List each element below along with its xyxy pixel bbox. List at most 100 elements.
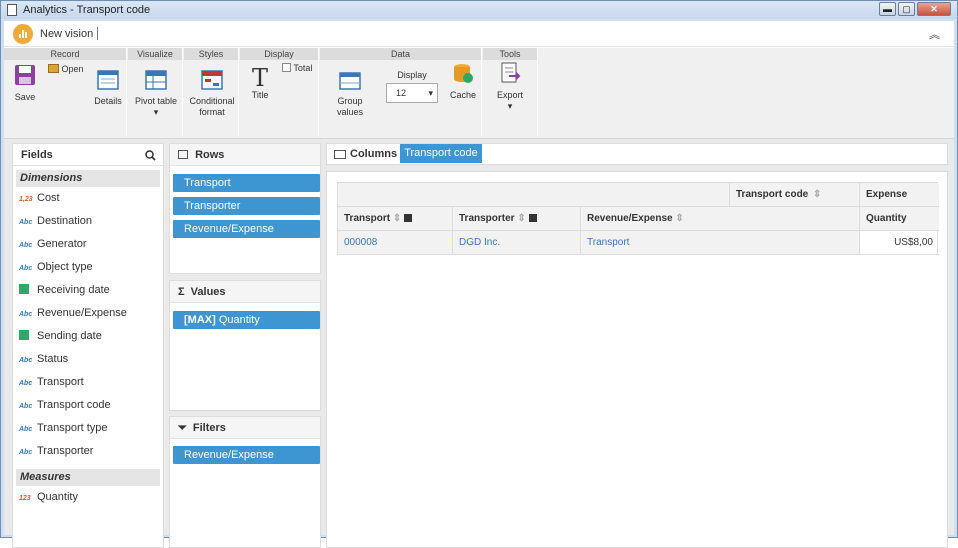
- field-item-sending-date[interactable]: Sending date: [13, 325, 163, 348]
- field-label: Generator: [37, 238, 87, 250]
- funnel-icon: ⏷: [178, 422, 187, 434]
- collapse-minus-icon[interactable]: [404, 214, 413, 222]
- analytics-logo-icon: [13, 24, 33, 44]
- group-data: Data Group values Display 12 ▾ Cache: [320, 48, 482, 136]
- field-label: Cost: [37, 192, 60, 204]
- text-type-icon: Abc: [19, 449, 33, 456]
- text-type-icon: Abc: [19, 380, 33, 387]
- total-checkbox[interactable]: Total: [282, 63, 316, 74]
- cell-quantity: US$8,00: [860, 231, 939, 255]
- row-header-revenue-expense-label: Revenue/Expense: [587, 213, 673, 224]
- row-header-transporter[interactable]: Transporter ⇕: [453, 207, 581, 231]
- main-content: Fields Dimensions 1,23 Cost Abc Destination…: [4, 139, 954, 548]
- field-item-status[interactable]: Abc Status: [13, 348, 163, 371]
- rows-panel: Rows Transport Transporter Revenue/Expen…: [169, 143, 321, 274]
- total-label: Total: [293, 63, 313, 73]
- field-item-transport-type[interactable]: Abc Transport type: [13, 417, 163, 440]
- sort-icon[interactable]: ⇕: [675, 213, 683, 224]
- field-item-quantity[interactable]: 123 Quantity: [13, 486, 163, 509]
- export-dropdown-icon[interactable]: ▾: [493, 101, 527, 112]
- field-label: Revenue/Expense: [37, 307, 127, 319]
- search-icon[interactable]: [145, 150, 156, 161]
- value-chip-quantity[interactable]: [MAX] Quantity: [173, 311, 320, 329]
- group-visualize-label: Visualize: [128, 48, 182, 60]
- details-icon: [97, 70, 119, 90]
- details-button[interactable]: Details: [92, 70, 124, 107]
- group-styles-label: Styles: [184, 48, 238, 60]
- pivot-table-button[interactable]: Pivot table ▾: [134, 70, 178, 118]
- row-chip-revenue-expense[interactable]: Revenue/Expense: [173, 220, 320, 238]
- columns-title: Columns: [350, 148, 398, 160]
- open-button[interactable]: Open: [48, 64, 88, 75]
- text-type-icon: Abc: [19, 265, 33, 272]
- rows-header: Rows: [170, 144, 320, 166]
- fields-header: Fields: [13, 144, 163, 166]
- cell-revenue-expense[interactable]: Transport: [581, 231, 860, 255]
- field-item-receiving-date[interactable]: Receiving date: [13, 279, 163, 302]
- sort-icon[interactable]: ⇕: [813, 189, 821, 200]
- close-button[interactable]: ✕: [917, 2, 951, 16]
- field-item-destination[interactable]: Abc Destination: [13, 210, 163, 233]
- text-type-icon: Abc: [19, 426, 33, 433]
- group-visualize: Visualize Pivot table ▾: [128, 48, 183, 136]
- group-tools-label: Tools: [483, 48, 537, 60]
- value-aggregate: [MAX]: [184, 314, 216, 326]
- col-field-label: Transport code: [736, 189, 809, 200]
- cell-transporter[interactable]: DGD Inc.: [453, 231, 581, 255]
- group-tools: Tools Export ▾: [483, 48, 538, 136]
- filters-panel: ⏷ Filters Revenue/Expense: [169, 416, 321, 548]
- group-display-label: Display: [240, 48, 318, 60]
- field-label: Transport code: [37, 399, 111, 411]
- collapse-ribbon-button[interactable]: ︽: [929, 26, 940, 42]
- details-label: Details: [94, 96, 122, 106]
- sort-icon[interactable]: ⇕: [517, 213, 525, 224]
- display-count-select[interactable]: 12 ▾: [386, 83, 438, 103]
- field-item-generator[interactable]: Abc Generator: [13, 233, 163, 256]
- row-chip-transport[interactable]: Transport: [173, 174, 320, 192]
- sort-icon[interactable]: ⇕: [393, 213, 401, 224]
- col-field-header[interactable]: Transport code ⇕: [730, 183, 860, 207]
- save-button[interactable]: Save: [8, 64, 42, 103]
- calendar-icon: [19, 284, 29, 294]
- field-item-revenue-expense[interactable]: Abc Revenue/Expense: [13, 302, 163, 325]
- title-bar: Analytics - Transport code ▬ ▢ ✕: [1, 1, 957, 19]
- column-chip-transport-code[interactable]: Transport code: [400, 144, 482, 163]
- col-value-header: Expense: [860, 183, 939, 207]
- text-cursor: [97, 27, 98, 40]
- group-values-label: Group values: [336, 96, 363, 117]
- field-label: Transport: [37, 376, 84, 388]
- text-type-icon: Abc: [19, 357, 33, 364]
- field-item-transporter[interactable]: Abc Transporter: [13, 440, 163, 463]
- maximize-button[interactable]: ▢: [898, 2, 915, 16]
- field-item-transport-code[interactable]: Abc Transport code: [13, 394, 163, 417]
- save-label: Save: [14, 92, 36, 102]
- ribbon-toolbar: Record Save Open Details Visualize Pivot…: [4, 48, 954, 139]
- window-title: Analytics - Transport code: [23, 4, 151, 16]
- field-item-object-type[interactable]: Abc Object type: [13, 256, 163, 279]
- conditional-format-label-1: Conditional: [189, 96, 235, 106]
- pivot-table-dropdown-icon[interactable]: ▾: [134, 107, 178, 118]
- field-item-cost[interactable]: 1,23 Cost: [13, 187, 163, 210]
- total-checkbox-box[interactable]: [282, 63, 291, 72]
- row-header-transporter-label: Transporter: [459, 213, 515, 224]
- display-count-group: Display 12 ▾: [386, 70, 438, 103]
- row-header-revenue-expense[interactable]: Revenue/Expense ⇕: [581, 207, 860, 231]
- row-chip-transporter[interactable]: Transporter: [173, 197, 320, 215]
- export-button[interactable]: Export ▾: [493, 62, 527, 112]
- group-values-button[interactable]: Group values: [324, 72, 376, 118]
- row-header-transport[interactable]: Transport ⇕: [338, 207, 453, 231]
- filters-header: ⏷ Filters: [170, 417, 320, 439]
- collapse-minus-icon[interactable]: [528, 214, 537, 222]
- dimensions-list: 1,23 Cost Abc Destination Abc Generator Abc Obj…: [13, 187, 163, 463]
- field-label: Quantity: [37, 491, 78, 503]
- filter-chip-revenue-expense[interactable]: Revenue/Expense: [173, 446, 320, 464]
- save-icon: [15, 65, 35, 85]
- title-button[interactable]: T Title: [246, 66, 274, 101]
- field-item-transport[interactable]: Abc Transport: [13, 371, 163, 394]
- cache-button[interactable]: Cache: [448, 62, 478, 101]
- values-header: Σ Values: [170, 281, 320, 303]
- cell-transport[interactable]: 000008: [338, 231, 453, 255]
- conditional-format-button[interactable]: Conditional format: [188, 70, 236, 118]
- minimize-button[interactable]: ▬: [879, 2, 896, 16]
- title-icon: T: [251, 64, 268, 92]
